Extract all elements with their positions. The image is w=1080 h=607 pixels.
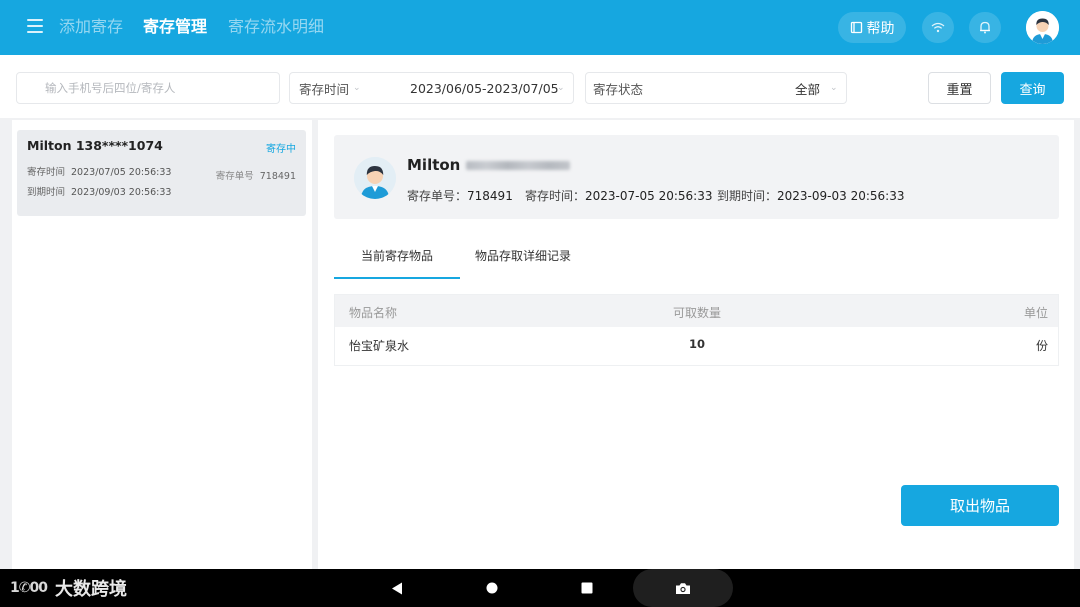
tab-add-deposit[interactable]: 添加寄存 <box>59 16 123 38</box>
table-header: 物品名称 可取数量 单位 <box>335 295 1058 327</box>
tab-deposit-flow-detail[interactable]: 寄存流水明细 <box>228 16 324 38</box>
tab-current-items[interactable]: 当前寄存物品 <box>334 247 460 279</box>
order-no-value: 718491 <box>467 189 513 203</box>
book-icon <box>850 21 862 34</box>
recents-icon <box>581 582 593 594</box>
search-input[interactable] <box>16 72 280 104</box>
date-range-value: 2023/06/05-2023/07/05 <box>410 80 559 96</box>
back-button[interactable] <box>385 569 409 607</box>
help-label: 帮助 <box>866 20 895 37</box>
chevron-down-icon: ⌄ <box>830 83 838 93</box>
expire-time-value: 2023/09/03 20:56:33 <box>71 187 172 198</box>
home-icon <box>486 582 498 594</box>
query-button[interactable]: 查询 <box>1001 72 1064 104</box>
top-bar: 添加寄存 寄存管理 寄存流水明细 帮助 <box>0 0 1080 55</box>
status-select[interactable]: 寄存状态 全部 ⌄ <box>585 72 847 104</box>
store-time-value: 2023-07-05 20:56:33 <box>585 189 713 203</box>
expire-time-label: 到期时间： <box>717 189 778 203</box>
status-badge: 寄存中 <box>266 144 296 155</box>
masked-phone <box>466 161 571 170</box>
store-time-label: 寄存时间： <box>525 189 586 203</box>
bell-icon <box>980 21 990 34</box>
record-expire-time: 到期时间 2023/09/03 20:56:33 <box>27 184 171 198</box>
help-button[interactable]: 帮助 <box>838 12 906 43</box>
date-range-label: 寄存时间 <box>299 81 350 97</box>
record-order-no: 寄存单号 718491 <box>216 168 296 182</box>
date-range-select[interactable]: 寄存时间 ⌄ 2023/06/05-2023/07/05 ⌄ <box>289 72 574 104</box>
back-icon <box>392 582 402 594</box>
chevron-down-icon: ⌄ <box>353 83 361 93</box>
watermark-logo: 1✆00 <box>10 580 48 596</box>
watermark: 1✆00 大数跨境 <box>10 574 127 602</box>
order-no-value: 718491 <box>259 171 296 182</box>
col-header-unit: 单位 <box>1023 306 1048 320</box>
store-time-label: 寄存时间 <box>27 167 66 178</box>
tab-deposit-management[interactable]: 寄存管理 <box>143 16 207 38</box>
tab-access-records[interactable]: 物品存取详细记录 <box>460 247 586 279</box>
customer-name: Milton <box>407 156 461 174</box>
record-store-time: 寄存时间 2023/07/05 20:56:33 <box>27 164 171 178</box>
recents-button[interactable] <box>575 569 599 607</box>
home-button[interactable] <box>480 569 504 607</box>
col-header-name: 物品名称 <box>349 306 398 320</box>
record-title: Milton 138****1074 <box>27 138 163 153</box>
detail-order-no: 寄存单号：718491 <box>407 187 513 204</box>
item-unit: 份 <box>1035 339 1048 353</box>
status-value: 全部 <box>795 81 821 97</box>
item-name: 怡宝矿泉水 <box>349 339 410 353</box>
detail-store-time: 寄存时间：2023-07-05 20:56:33 <box>525 187 712 204</box>
order-no-label: 寄存单号： <box>407 189 468 203</box>
expire-time-label: 到期时间 <box>27 187 66 198</box>
menu-icon[interactable] <box>27 19 43 33</box>
filter-bar: 寄存时间 ⌄ 2023/06/05-2023/07/05 ⌄ 寄存状态 全部 ⌄… <box>0 55 1080 118</box>
watermark-text: 大数跨境 <box>54 579 127 600</box>
reset-button[interactable]: 重置 <box>928 72 991 104</box>
wifi-icon <box>931 22 945 33</box>
customer-info-card: Milton 寄存单号：718491 寄存时间：2023-07-05 20:56… <box>334 135 1059 219</box>
system-nav-bar: 1✆00 大数跨境 <box>0 569 1080 607</box>
table-row[interactable]: 怡宝矿泉水 10 份 <box>335 327 1058 365</box>
avatar <box>354 157 396 199</box>
status-label: 寄存状态 <box>593 81 644 97</box>
customer-name-line: Milton <box>407 156 571 174</box>
expire-time-value: 2023-09-03 20:56:33 <box>777 189 905 203</box>
items-table: 物品名称 可取数量 单位 怡宝矿泉水 10 份 <box>334 294 1059 366</box>
screenshot-button[interactable] <box>633 569 733 607</box>
record-list: Milton 138****1074 寄存中 寄存时间 2023/07/05 20… <box>12 120 312 569</box>
chevron-down-icon: ⌄ <box>557 83 565 93</box>
detail-panel: Milton 寄存单号：718491 寄存时间：2023-07-05 20:56… <box>318 120 1074 569</box>
wifi-button[interactable] <box>922 12 954 43</box>
list-item[interactable]: Milton 138****1074 寄存中 寄存时间 2023/07/05 20… <box>17 130 306 216</box>
order-no-label: 寄存单号 <box>215 171 254 182</box>
detail-expire-time: 到期时间：2023-09-03 20:56:33 <box>717 187 904 204</box>
store-time-value: 2023/07/05 20:56:33 <box>71 167 172 178</box>
user-avatar[interactable] <box>1026 11 1059 44</box>
take-out-button[interactable]: 取出物品 <box>901 485 1059 526</box>
notification-button[interactable] <box>969 12 1001 43</box>
camera-icon <box>676 582 690 594</box>
col-header-qty-text: 可取数量 <box>673 306 722 320</box>
item-qty-text: 10 <box>689 337 706 351</box>
